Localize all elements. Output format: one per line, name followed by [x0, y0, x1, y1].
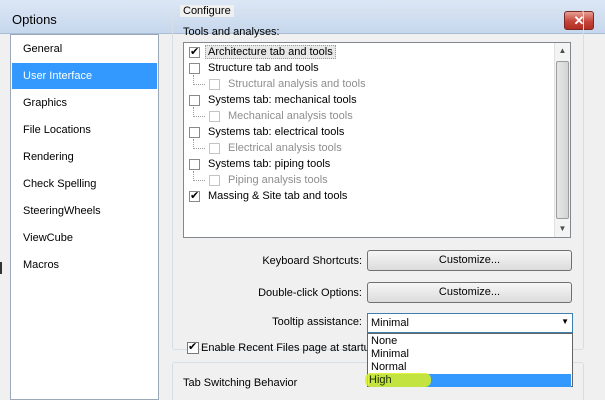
- tree-connector: [193, 139, 205, 149]
- scroll-thumb[interactable]: [556, 61, 569, 219]
- scroll-up-icon[interactable]: ▲: [555, 43, 570, 59]
- tree-item-label: Piping analysis tools: [228, 174, 328, 186]
- nav-item-graphics[interactable]: Graphics: [12, 90, 157, 116]
- tree-item-mechanical-analysis[interactable]: Mechanical analysis tools: [184, 107, 554, 125]
- scroll-down-icon[interactable]: ▼: [555, 221, 570, 237]
- mechanical-analysis-checkbox[interactable]: [209, 111, 220, 122]
- electrical-checkbox[interactable]: [189, 127, 200, 138]
- enable-recent-files-checkbox[interactable]: [187, 340, 199, 354]
- dropdown-option-minimal[interactable]: Minimal: [369, 348, 571, 361]
- tree-item-massing-site[interactable]: Massing & Site tab and tools: [184, 189, 554, 205]
- piping-analysis-checkbox[interactable]: [209, 175, 220, 186]
- structure-checkbox[interactable]: [189, 63, 200, 74]
- tools-label: Tools and analyses:: [183, 26, 280, 38]
- structural-analysis-checkbox[interactable]: [209, 79, 220, 90]
- configure-legend: Configure: [180, 5, 234, 17]
- dropdown-option-high-label[interactable]: High: [369, 374, 392, 386]
- nav-item-user-interface[interactable]: User Interface: [12, 63, 157, 89]
- tree-item-mechanical[interactable]: Systems tab: mechanical tools: [184, 93, 554, 109]
- nav-item-check-spelling[interactable]: Check Spelling: [12, 171, 157, 197]
- tree-item-structure[interactable]: Structure tab and tools: [184, 61, 554, 77]
- window-edge-mark: [0, 262, 2, 274]
- chevron-down-icon[interactable]: ▼: [561, 317, 569, 326]
- tree-item-label: Systems tab: mechanical tools: [208, 94, 357, 106]
- mechanical-checkbox[interactable]: [189, 95, 200, 106]
- tools-tree: Architecture tab and tools Structure tab…: [183, 42, 571, 238]
- tree-item-structural-analysis[interactable]: Structural analysis and tools: [184, 75, 554, 93]
- keyboard-shortcuts-label: Keyboard Shortcuts:: [262, 255, 362, 267]
- dropdown-option-none[interactable]: None: [369, 335, 571, 348]
- enable-recent-files-label[interactable]: Enable Recent Files page at startup: [201, 342, 367, 354]
- options-nav: General User Interface Graphics File Loc…: [10, 34, 159, 400]
- double-click-customize-button[interactable]: Customize...: [367, 282, 572, 303]
- tree-item-architecture[interactable]: Architecture tab and tools: [184, 45, 554, 61]
- tab-switching-legend: Tab Switching Behavior: [180, 377, 301, 389]
- tree-item-electrical[interactable]: Systems tab: electrical tools: [184, 125, 554, 141]
- piping-checkbox[interactable]: [189, 159, 200, 170]
- tooltip-assistance-select[interactable]: Minimal ▼: [367, 313, 573, 333]
- nav-item-macros[interactable]: Macros: [12, 252, 157, 278]
- tree-connector: [193, 171, 205, 181]
- tree-scrollbar[interactable]: ▲ ▼: [554, 43, 570, 237]
- tree-item-label: Electrical analysis tools: [228, 142, 342, 154]
- tooltip-assistance-value: Minimal: [371, 317, 409, 329]
- nav-item-general[interactable]: General: [12, 36, 157, 62]
- tree-item-label: Massing & Site tab and tools: [208, 190, 348, 202]
- keyboard-shortcuts-customize-button[interactable]: Customize...: [367, 250, 572, 271]
- tree-item-label: Mechanical analysis tools: [228, 110, 353, 122]
- tree-item-electrical-analysis[interactable]: Electrical analysis tools: [184, 139, 554, 157]
- tree-item-piping[interactable]: Systems tab: piping tools: [184, 157, 554, 173]
- tree-item-piping-analysis[interactable]: Piping analysis tools: [184, 171, 554, 189]
- tree-item-label: Structural analysis and tools: [228, 78, 366, 90]
- tree-item-label: Systems tab: electrical tools: [208, 126, 345, 138]
- nav-item-rendering[interactable]: Rendering: [12, 144, 157, 170]
- tree-connector: [193, 75, 205, 85]
- electrical-analysis-checkbox[interactable]: [209, 143, 220, 154]
- nav-item-file-locations[interactable]: File Locations: [12, 117, 157, 143]
- window-title: Options: [12, 12, 57, 27]
- architecture-checkbox[interactable]: [189, 45, 200, 58]
- tree-item-label: Structure tab and tools: [208, 62, 319, 74]
- massing-site-checkbox[interactable]: [189, 189, 200, 202]
- dialog-edge: [590, 34, 605, 400]
- nav-item-viewcube[interactable]: ViewCube: [12, 225, 157, 251]
- tree-item-label: Systems tab: piping tools: [208, 158, 331, 170]
- nav-item-steeringwheels[interactable]: SteeringWheels: [12, 198, 157, 224]
- tree-connector: [193, 107, 205, 117]
- double-click-options-label: Double-click Options:: [258, 287, 362, 299]
- tooltip-assistance-label: Tooltip assistance:: [272, 316, 362, 328]
- tree-item-label: Architecture tab and tools: [205, 45, 336, 59]
